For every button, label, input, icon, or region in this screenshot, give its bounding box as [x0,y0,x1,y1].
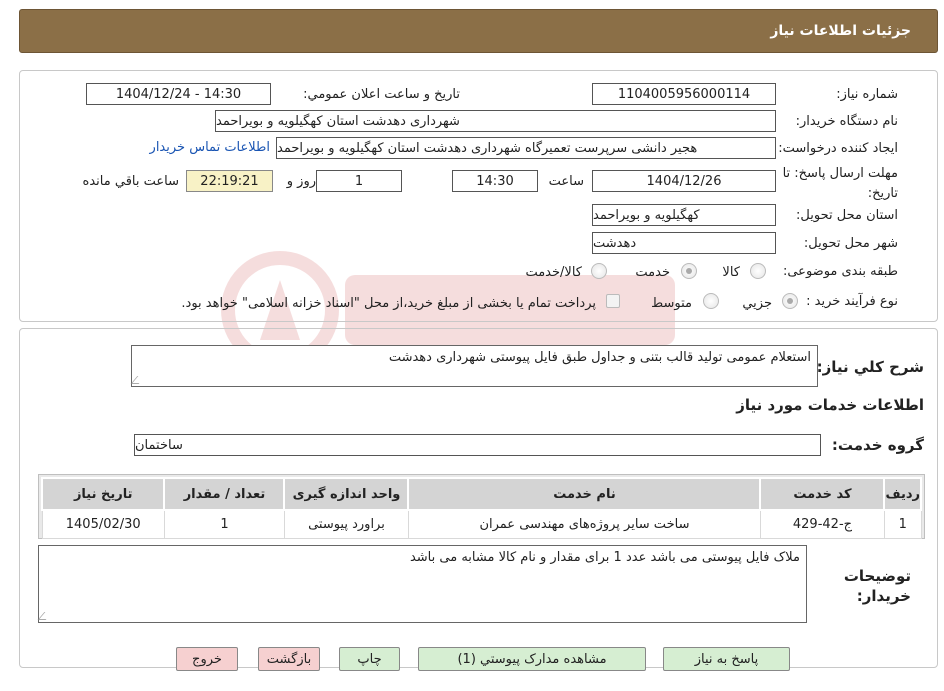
process-label: نوع فرآیند خرید : [806,294,898,309]
column-header-service-code: کد خدمت [759,477,886,511]
column-header-unit: واحد اندازه گيری [283,477,410,511]
column-header-row-number: رديف [883,477,922,511]
resize-grip-icon[interactable] [37,612,53,620]
treasury-payment-checkbox[interactable] [606,294,620,308]
buyer-org-field[interactable]: شهرداری دهدشت استان کهگیلویه و بویراحمد [215,110,776,132]
buyer-org-label: نام دستگاه خريدار: [795,114,898,129]
deadline-label: مهلت ارسال پاسخ: تا تاریخ: [782,166,898,201]
cell-service-name: ساخت سایر پروژه‌های مهندسی عمران [407,509,761,539]
requester-field[interactable]: هجیر دانشی سرپرست تعمیرگاه شهرداری دهدشت… [276,137,776,159]
column-header-service-name: نام خدمت [407,477,762,511]
announce-date-label: تاریخ و ساعت اعلان عمومي: [303,87,460,102]
page-header: جزئیات اطلاعات نیاز [19,9,938,53]
buyer-notes-text: ملاک فایل پیوستی می باشد عدد 1 برای مقدا… [409,550,800,565]
announce-date-field[interactable]: 1404/12/24 - 14:30 [86,83,271,105]
requester-label: ايجاد کننده درخواست: [778,141,898,156]
cell-unit: براورد پیوستی [283,509,409,539]
process-radio-minor[interactable] [782,293,798,309]
services-heading: اطلاعات خدمات مورد نياز [736,396,924,414]
category-option-service: خدمت [635,265,670,280]
time-remaining-field[interactable]: 22:19:21 [186,170,273,192]
days-remaining-field[interactable]: 1 [316,170,402,192]
province-label: استان محل تحویل: [796,208,898,223]
need-number-field[interactable]: 1104005956000114 [592,83,776,105]
services-table-wrapper: رديف کد خدمت نام خدمت واحد اندازه گيری ت… [38,474,925,539]
process-option-medium: متوسط [651,296,692,311]
description-text: استعلام عمومی تولید قالب بتنی و جداول طب… [388,350,811,365]
view-attachments-button[interactable]: مشاهده مدارک پيوستي (1) [418,647,646,671]
deadline-time-label: ساعت [548,174,584,189]
deadline-time-field[interactable]: 14:30 [452,170,538,192]
services-table: رديف کد خدمت نام خدمت واحد اندازه گيری ت… [40,477,922,539]
service-group-field[interactable]: ساختمان [134,434,821,456]
description-textarea[interactable]: استعلام عمومی تولید قالب بتنی و جداول طب… [130,345,818,387]
category-radio-goods-service[interactable] [591,263,607,279]
cell-quantity: 1 [163,509,285,539]
category-option-goods: کالا [722,265,740,280]
city-field[interactable]: دهدشت [592,232,776,254]
exit-button[interactable]: خروج [176,647,238,671]
category-radio-goods[interactable] [750,263,766,279]
table-row[interactable]: 1 ج-42-429 ساخت سایر پروژه‌های مهندسی عم… [41,509,922,539]
service-group-label: گروه خدمت: [831,436,924,454]
reply-button[interactable]: پاسخ به نياز [663,647,790,671]
time-remaining-label: ساعت باقي مانده [82,174,179,189]
description-label: شرح کلي نياز: [816,358,924,376]
cell-service-code: ج-42-429 [759,509,885,539]
buyer-notes-label: توضيحات خريدار: [843,567,911,605]
back-button[interactable]: بازگشت [258,647,320,671]
category-label: طبقه بندی موضوعی: [782,264,898,279]
category-radio-service[interactable] [681,263,697,279]
process-radio-medium[interactable] [703,293,719,309]
resize-grip-icon[interactable] [130,376,146,384]
table-header-row: رديف کد خدمت نام خدمت واحد اندازه گيری ت… [40,477,922,511]
print-button[interactable]: چاپ [339,647,400,671]
cell-row-number: 1 [883,509,922,539]
page-title: جزئیات اطلاعات نیاز [770,23,911,39]
deadline-date-field[interactable]: 1404/12/26 [592,170,776,192]
province-field[interactable]: کهگیلویه و بویراحمد [592,204,776,226]
cell-need-date: 1405/02/30 [41,509,165,539]
category-option-goods-service: کالا/خدمت [525,265,582,280]
city-label: شهر محل تحویل: [803,236,898,251]
process-option-minor: جزیي [742,296,772,311]
buyer-contact-link[interactable]: اطلاعات تماس خریدار [150,140,270,155]
buyer-notes-textarea[interactable]: ملاک فایل پیوستی می باشد عدد 1 برای مقدا… [37,545,807,623]
column-header-quantity: تعداد / مقدار [163,477,286,511]
days-label: روز و [286,174,316,189]
column-header-need-date: تاریخ نیاز [40,477,166,511]
treasury-payment-note: پرداخت تمام یا بخشی از مبلغ خرید،از محل … [181,296,596,311]
need-number-label: شماره نیاز: [836,87,898,102]
